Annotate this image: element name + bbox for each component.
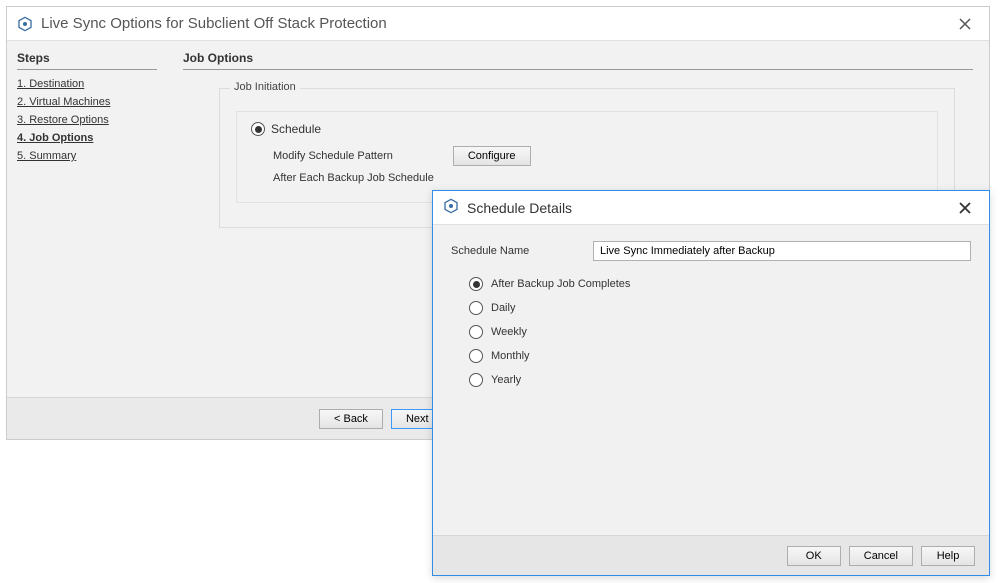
radio-icon (469, 277, 483, 291)
job-options-header: Job Options (183, 51, 973, 70)
option-yearly[interactable]: Yearly (469, 373, 971, 387)
wizard-title: Live Sync Options for Subclient Off Stac… (41, 15, 951, 32)
step-virtual-machines[interactable]: 2. Virtual Machines (17, 96, 157, 108)
option-monthly-label: Monthly (491, 350, 530, 362)
option-daily[interactable]: Daily (469, 301, 971, 315)
schedule-name-input[interactable] (593, 241, 971, 261)
close-icon[interactable] (951, 194, 979, 222)
radio-icon (469, 301, 483, 315)
option-daily-label: Daily (491, 302, 515, 314)
step-job-options[interactable]: 4. Job Options (17, 132, 157, 144)
radio-icon (469, 349, 483, 363)
modal-title: Schedule Details (467, 200, 951, 216)
step-restore-options[interactable]: 3. Restore Options (17, 114, 157, 126)
schedule-radio-row[interactable]: Schedule (251, 122, 923, 136)
cancel-button[interactable]: Cancel (849, 546, 913, 566)
steps-panel: Steps 1. Destination 2. Virtual Machines… (7, 41, 167, 397)
schedule-radio-label: Schedule (271, 122, 321, 136)
step-summary[interactable]: 5. Summary (17, 150, 157, 162)
schedule-name-row: Schedule Name (451, 241, 971, 261)
configure-button[interactable]: Configure (453, 146, 531, 166)
option-after-backup-label: After Backup Job Completes (491, 278, 630, 290)
schedule-details-dialog: Schedule Details Schedule Name After Bac… (432, 190, 990, 576)
modal-titlebar: Schedule Details (433, 191, 989, 225)
option-weekly[interactable]: Weekly (469, 325, 971, 339)
wizard-titlebar: Live Sync Options for Subclient Off Stac… (7, 7, 989, 41)
help-button[interactable]: Help (921, 546, 975, 566)
app-logo-icon (443, 198, 459, 217)
close-icon[interactable] (951, 10, 979, 38)
option-after-backup[interactable]: After Backup Job Completes (469, 277, 971, 291)
steps-header: Steps (17, 51, 157, 70)
schedule-radio-icon (251, 122, 265, 136)
option-monthly[interactable]: Monthly (469, 349, 971, 363)
radio-icon (469, 373, 483, 387)
job-initiation-legend: Job Initiation (230, 81, 300, 93)
back-button[interactable]: < Back (319, 409, 383, 429)
step-destination[interactable]: 1. Destination (17, 78, 157, 90)
frequency-radio-group: After Backup Job Completes Daily Weekly … (469, 277, 971, 387)
schedule-name-label: Schedule Name (451, 245, 593, 257)
modal-body: Schedule Name After Backup Job Completes… (433, 225, 989, 535)
modify-schedule-row: Modify Schedule Pattern Configure (273, 146, 923, 166)
ok-button[interactable]: OK (787, 546, 841, 566)
option-weekly-label: Weekly (491, 326, 527, 338)
option-yearly-label: Yearly (491, 374, 521, 386)
modal-footer: OK Cancel Help (433, 535, 989, 575)
modify-schedule-label: Modify Schedule Pattern (273, 150, 393, 162)
radio-icon (469, 325, 483, 339)
app-logo-icon (17, 16, 33, 32)
after-each-backup-label: After Each Backup Job Schedule (273, 172, 923, 184)
